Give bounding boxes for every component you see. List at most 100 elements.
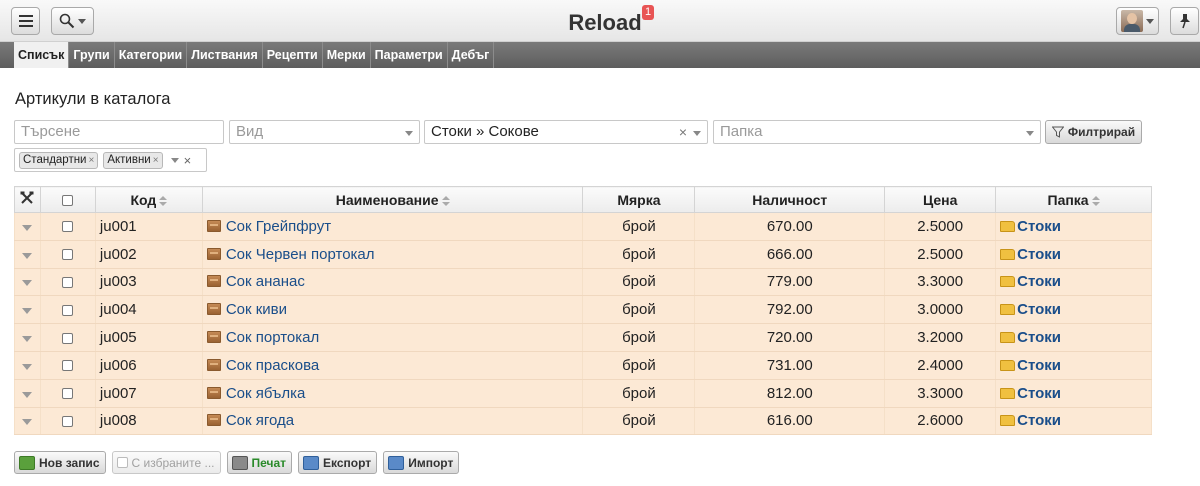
- select-all-checkbox[interactable]: [62, 195, 74, 207]
- export-button[interactable]: Експорт: [298, 451, 378, 474]
- folder-link[interactable]: Стоки: [1017, 246, 1061, 263]
- row-select[interactable]: [39, 406, 96, 436]
- pin-button[interactable]: [1170, 7, 1199, 35]
- tab-groups[interactable]: Групи: [69, 42, 115, 68]
- search-field[interactable]: [14, 120, 224, 144]
- row-checkbox[interactable]: [62, 277, 74, 289]
- clear-icon[interactable]: ×: [184, 153, 192, 168]
- row-menu[interactable]: [14, 323, 41, 352]
- remove-tag-icon[interactable]: ×: [88, 155, 94, 166]
- tab-measures[interactable]: Мерки: [323, 42, 371, 68]
- row-select[interactable]: [39, 212, 96, 241]
- item-link[interactable]: Сок ябълка: [226, 385, 305, 402]
- row-checkbox[interactable]: [62, 388, 74, 400]
- item-link[interactable]: Сок праскова: [226, 357, 319, 374]
- notification-badge[interactable]: 1: [642, 5, 655, 20]
- product-icon: [206, 275, 221, 288]
- user-menu-button[interactable]: [1116, 7, 1159, 35]
- chevron-down-icon[interactable]: [22, 280, 33, 287]
- product-icon: [206, 386, 221, 399]
- tab-listings[interactable]: Листвания: [187, 42, 263, 68]
- tab-recipes[interactable]: Рецепти: [263, 42, 323, 68]
- chevron-down-icon[interactable]: [22, 419, 33, 426]
- row-select[interactable]: [39, 323, 96, 352]
- clear-icon[interactable]: ×: [679, 121, 687, 143]
- item-link[interactable]: Сок Червен портокал: [226, 246, 375, 263]
- row-select[interactable]: [39, 295, 96, 325]
- group-select[interactable]: Стоки » Сокове ×: [424, 120, 708, 144]
- folder-select[interactable]: Папка: [713, 120, 1041, 144]
- tab-parameters[interactable]: Параметри: [371, 42, 448, 68]
- filter-button[interactable]: Филтрирай: [1045, 120, 1142, 144]
- item-link[interactable]: Сок киви: [226, 301, 287, 318]
- sort-icon[interactable]: [1091, 195, 1100, 206]
- row-checkbox[interactable]: [62, 304, 74, 316]
- row-checkbox[interactable]: [62, 332, 74, 344]
- sort-icon[interactable]: [441, 195, 450, 206]
- row-select[interactable]: [39, 267, 96, 297]
- new-record-button[interactable]: Нов запис: [14, 451, 106, 474]
- row-menu[interactable]: [14, 378, 41, 408]
- cell-measure: брой: [582, 267, 696, 297]
- cell-measure: брой: [582, 239, 696, 269]
- chevron-down-icon[interactable]: [22, 308, 33, 315]
- cell-price: 3.0000: [884, 295, 997, 325]
- page-title: Артикули в каталога: [15, 90, 171, 108]
- chevron-down-icon[interactable]: [170, 157, 179, 163]
- tab-categories[interactable]: Категории: [115, 42, 188, 68]
- folder-link[interactable]: Стоки: [1017, 357, 1061, 374]
- chevron-down-icon[interactable]: [22, 336, 33, 343]
- row-checkbox[interactable]: [62, 249, 74, 261]
- remove-tag-icon[interactable]: ×: [153, 155, 159, 166]
- sort-icon[interactable]: [159, 195, 168, 206]
- row-checkbox[interactable]: [62, 221, 74, 233]
- column-header-folder[interactable]: Папка: [995, 186, 1152, 213]
- print-button[interactable]: Печат: [226, 451, 293, 474]
- select-all-header[interactable]: [39, 186, 96, 213]
- cell-measure: брой: [582, 323, 696, 352]
- row-select[interactable]: [39, 378, 96, 408]
- table-row: ju005 Сок портокал брой 720.00 3.2000 Ст…: [14, 323, 1152, 352]
- table-header-row: Код Наименование Мярка Наличност Цена Па…: [14, 186, 1152, 213]
- cell-folder: Стоки: [995, 323, 1152, 352]
- type-select[interactable]: Вид: [229, 120, 420, 144]
- cell-name: Сок Червен портокал: [201, 239, 584, 269]
- row-select[interactable]: [39, 350, 96, 380]
- folder-link[interactable]: Стоки: [1017, 412, 1061, 429]
- chevron-down-icon[interactable]: [22, 224, 33, 231]
- item-link[interactable]: Сок портокал: [226, 329, 319, 346]
- folder-link[interactable]: Стоки: [1017, 385, 1061, 402]
- row-menu[interactable]: [14, 350, 41, 380]
- column-header-code[interactable]: Код: [94, 186, 203, 213]
- chevron-down-icon[interactable]: [22, 391, 33, 398]
- tab-debug[interactable]: Дебъг: [448, 42, 495, 68]
- row-checkbox[interactable]: [62, 416, 74, 427]
- item-link[interactable]: Сок ягода: [226, 412, 294, 429]
- cell-code: ju001: [94, 212, 203, 241]
- search-input[interactable]: [21, 123, 217, 140]
- with-selected-button[interactable]: С избраните ...: [111, 451, 221, 474]
- folder-link[interactable]: Стоки: [1017, 218, 1061, 235]
- row-checkbox[interactable]: [62, 360, 74, 372]
- item-link[interactable]: Сок ананас: [226, 273, 305, 290]
- tab-list[interactable]: Списък: [14, 42, 70, 68]
- row-menu[interactable]: [14, 406, 41, 436]
- row-menu[interactable]: [14, 295, 41, 325]
- import-button[interactable]: Импорт: [383, 451, 460, 474]
- chevron-down-icon[interactable]: [22, 363, 33, 370]
- folder-link[interactable]: Стоки: [1017, 329, 1061, 346]
- row-menu[interactable]: [14, 267, 41, 297]
- column-header-name[interactable]: Наименование: [201, 186, 584, 213]
- cell-code: ju004: [94, 295, 203, 325]
- folder-link[interactable]: Стоки: [1017, 273, 1061, 290]
- row-menu[interactable]: [14, 239, 41, 269]
- row-menu[interactable]: [14, 212, 41, 241]
- folder-link[interactable]: Стоки: [1017, 301, 1061, 318]
- item-link[interactable]: Сок Грейпфрут: [226, 218, 331, 235]
- status-tag-input[interactable]: Стандартни × Активни × ×: [14, 148, 207, 172]
- row-select[interactable]: [39, 239, 96, 269]
- folder-icon: [1000, 304, 1016, 316]
- tab-bar: Списък Групи Категории Листвания Рецепти…: [0, 42, 1200, 68]
- chevron-down-icon[interactable]: [22, 252, 33, 259]
- column-header-label: Мярка: [617, 191, 661, 208]
